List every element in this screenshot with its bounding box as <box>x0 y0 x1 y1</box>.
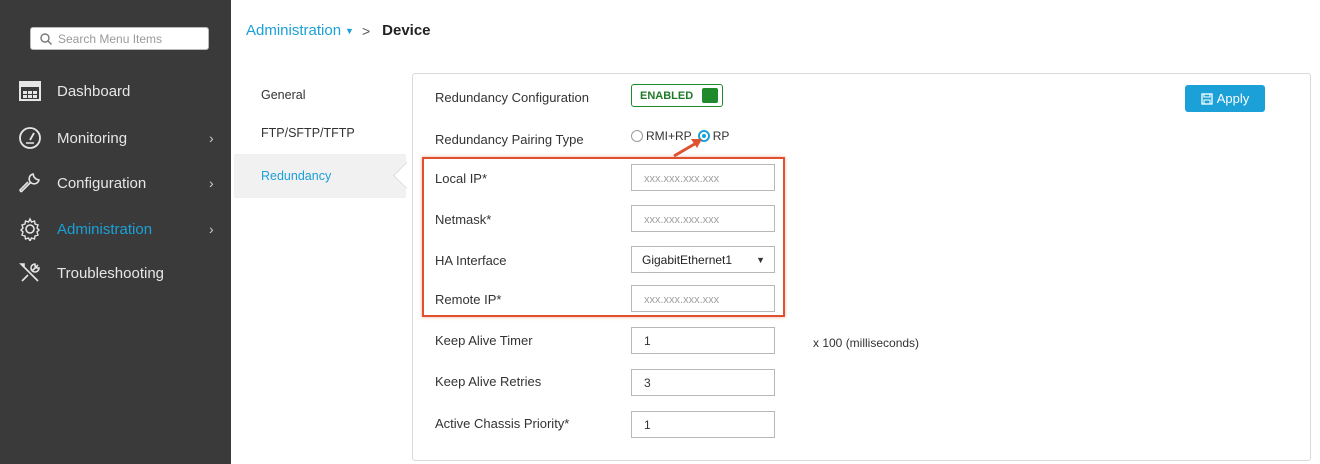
netmask-input[interactable] <box>631 205 775 232</box>
search-input[interactable] <box>58 31 198 46</box>
search-box[interactable] <box>30 27 209 50</box>
chevron-right-icon: › <box>209 175 214 191</box>
sidebar-item-label: Configuration <box>57 174 147 192</box>
breadcrumb-current: Device <box>382 22 431 39</box>
apply-button[interactable]: Apply <box>1185 85 1265 112</box>
keepalive-retries-label: Keep Alive Retries <box>435 374 542 389</box>
ha-interface-value: GigabitEthernet1 <box>642 252 733 267</box>
sidebar-item-troubleshooting[interactable]: Troubleshooting <box>0 251 231 295</box>
toggle-label: ENABLED <box>640 89 694 102</box>
sidebar-item-dashboard[interactable]: Dashboard <box>0 69 231 113</box>
toggle-knob <box>702 88 718 103</box>
keepalive-retries-input[interactable] <box>631 369 775 396</box>
keepalive-timer-unit: x 100 (milliseconds) <box>813 336 920 350</box>
sidebar-item-monitoring[interactable]: Monitoring › <box>0 116 231 160</box>
pairing-type-label: Redundancy Pairing Type <box>435 132 584 147</box>
chassis-priority-label: Active Chassis Priority* <box>435 416 570 431</box>
sidebar-item-administration[interactable]: Administration › <box>0 207 231 251</box>
remote-ip-input[interactable] <box>631 285 775 312</box>
wrench-icon <box>19 173 40 193</box>
gear-icon <box>20 217 40 241</box>
submenu-item-redundancy[interactable]: Redundancy <box>234 154 406 198</box>
breadcrumb: Administration ▼ > Device <box>246 22 431 39</box>
redundancy-toggle[interactable]: ENABLED <box>631 84 723 107</box>
redundancy-config-label: Redundancy Configuration <box>435 90 589 105</box>
keepalive-timer-input[interactable] <box>631 327 775 354</box>
sidebar-item-label: Administration <box>57 220 153 238</box>
chassis-priority-input[interactable] <box>631 411 775 438</box>
dashboard-icon <box>19 81 41 101</box>
sidebar-item-label: Dashboard <box>57 82 131 100</box>
sidebar-item-label: Troubleshooting <box>57 264 165 282</box>
chevron-right-icon: › <box>209 130 214 146</box>
chevron-right-icon: › <box>209 221 214 237</box>
remote-ip-label: Remote IP* <box>435 292 502 307</box>
radio-rp-label: RP <box>712 129 730 143</box>
sidebar: Dashboard Monitoring › Configuration › A… <box>0 0 231 464</box>
keepalive-timer-label: Keep Alive Timer <box>435 333 533 348</box>
search-icon <box>40 32 52 45</box>
gauge-icon <box>19 127 41 149</box>
local-ip-label: Local IP* <box>435 171 488 186</box>
sidebar-item-label: Monitoring <box>57 129 128 147</box>
netmask-label: Netmask* <box>435 212 492 227</box>
caret-down-icon[interactable]: ▼ <box>345 26 354 36</box>
save-icon <box>1201 92 1213 105</box>
ha-interface-label: HA Interface <box>435 253 507 268</box>
sidebar-item-configuration[interactable]: Configuration › <box>0 161 231 205</box>
tools-icon <box>19 263 40 282</box>
breadcrumb-parent-link[interactable]: Administration <box>246 22 341 39</box>
breadcrumb-separator: > <box>361 22 371 39</box>
ha-interface-select[interactable]: GigabitEthernet1 ▼ <box>631 246 775 273</box>
local-ip-input[interactable] <box>631 164 775 191</box>
apply-label: Apply <box>1216 91 1250 106</box>
submenu-item-ftp[interactable]: FTP/SFTP/TFTP <box>234 111 406 155</box>
radio-rmi-rp[interactable] <box>631 130 643 142</box>
dropdown-arrow-icon: ▼ <box>756 255 765 265</box>
